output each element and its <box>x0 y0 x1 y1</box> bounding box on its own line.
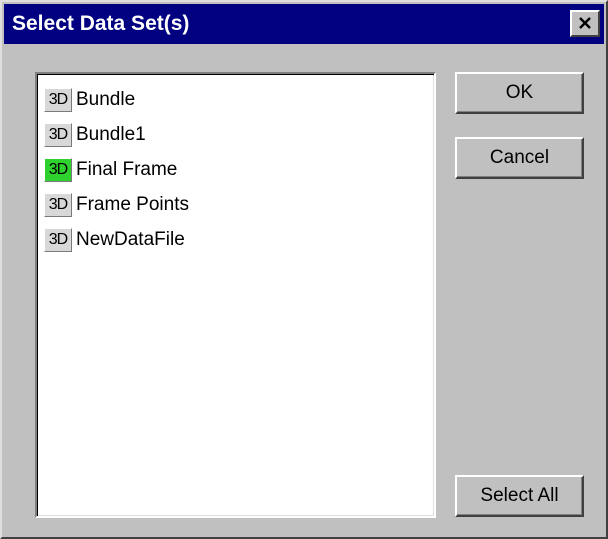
list-item[interactable]: 3D Bundle <box>44 82 434 117</box>
window-title: Select Data Set(s) <box>12 12 190 35</box>
ok-button[interactable]: OK <box>455 72 584 114</box>
list-item-label: NewDataFile <box>76 228 185 250</box>
cancel-button[interactable]: Cancel <box>455 137 584 179</box>
list-item[interactable]: 3D Bundle1 <box>44 117 434 152</box>
list-item[interactable]: 3D Frame Points <box>44 187 434 222</box>
3d-badge-icon: 3D <box>44 227 72 252</box>
list-item-label: Bundle <box>76 88 136 110</box>
3d-badge-active-icon: 3D <box>44 157 72 182</box>
3d-badge-icon: 3D <box>44 122 72 147</box>
list-item-label: Final Frame <box>76 158 178 180</box>
title-bar[interactable]: Select Data Set(s) <box>4 4 604 44</box>
list-item[interactable]: 3D Final Frame <box>44 152 434 187</box>
list-item-label: Frame Points <box>76 193 189 215</box>
list-item-label: Bundle1 <box>76 123 146 145</box>
select-data-sets-dialog: Select Data Set(s) 3D Bundle 3D Bundle1 … <box>0 0 608 539</box>
select-all-button[interactable]: Select All <box>455 475 584 517</box>
close-icon <box>579 17 591 29</box>
3d-badge-icon: 3D <box>44 192 72 217</box>
3d-badge-icon: 3D <box>44 87 72 112</box>
list-item[interactable]: 3D NewDataFile <box>44 222 434 257</box>
close-button[interactable] <box>570 10 600 37</box>
data-set-list[interactable]: 3D Bundle 3D Bundle1 3D Final Frame 3D F… <box>35 72 436 518</box>
